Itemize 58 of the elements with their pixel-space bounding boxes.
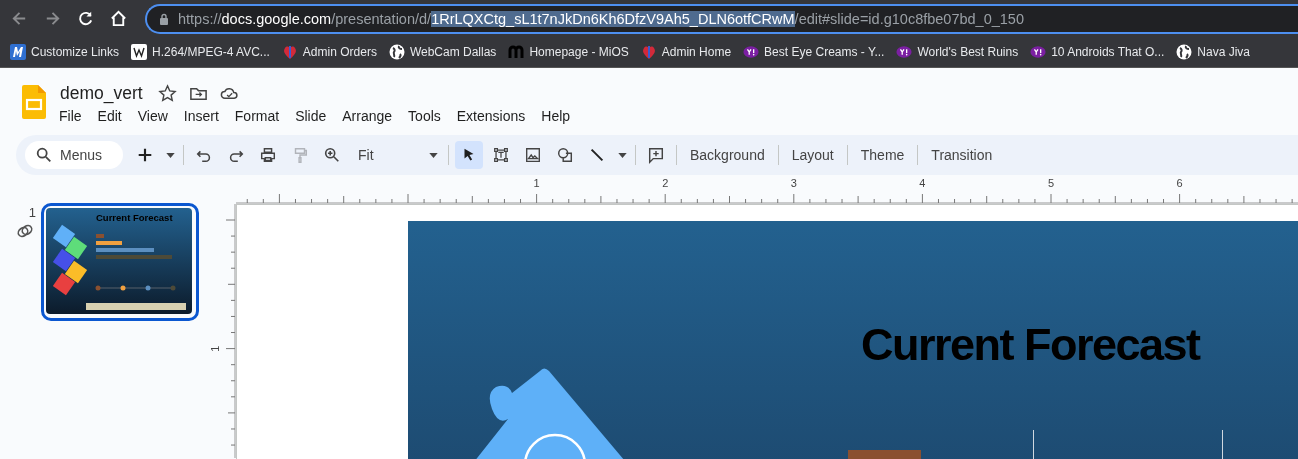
- logo-icon: [743, 44, 760, 60]
- bookmark[interactable]: Admin Home: [640, 44, 732, 60]
- globe-icon: [1176, 44, 1193, 60]
- horizontal-ruler: 1 2 3 4 5 6: [236, 175, 1298, 204]
- bookmark[interactable]: Admin Orders: [281, 44, 377, 60]
- shapes-icon: [556, 146, 574, 164]
- zoom-in-icon: [323, 146, 341, 164]
- menu-item[interactable]: View: [137, 108, 168, 124]
- text-box-icon: [492, 146, 510, 164]
- bookmark[interactable]: WebCam Dallas: [388, 44, 497, 60]
- toolbar-button[interactable]: Background: [683, 141, 772, 169]
- menu-item[interactable]: Slide: [295, 108, 327, 124]
- zoom-dropdown[interactable]: Fit: [350, 141, 442, 169]
- menu-search-field[interactable]: Menus: [25, 141, 123, 169]
- heart-icon: [281, 44, 298, 60]
- menu-item[interactable]: Arrange: [342, 108, 393, 124]
- slide-title: Current Forecast: [861, 319, 1200, 371]
- bookmark[interactable]: Nava Jiva: [1176, 44, 1251, 60]
- document-title[interactable]: demo_vert: [60, 83, 143, 104]
- toolbar-button[interactable]: Theme: [853, 141, 912, 169]
- logo-icon: [508, 44, 525, 60]
- search-icon: [35, 146, 53, 164]
- menu-item[interactable]: Tools: [408, 108, 441, 124]
- bookmark[interactable]: Best Eye Creams - Y...: [743, 44, 885, 60]
- logo-icon: [1030, 44, 1047, 60]
- reload-icon[interactable]: [76, 9, 95, 28]
- toolbar-button[interactable]: Transition: [924, 141, 1000, 169]
- menu-item[interactable]: Format: [234, 108, 280, 124]
- image-icon: [524, 146, 542, 164]
- plus-icon: [136, 146, 154, 164]
- toolbar-button[interactable]: Layout: [784, 141, 841, 169]
- menu-item[interactable]: File: [59, 108, 82, 124]
- bookmark[interactable]: Homepage - MiOS: [508, 44, 629, 60]
- slide-number: 1: [28, 205, 36, 220]
- lock-icon: [159, 12, 169, 25]
- logo-icon: [131, 44, 148, 60]
- bookmark[interactable]: H.264/MPEG-4 AVC...: [131, 44, 270, 60]
- vertical-ruler: 1: [210, 204, 236, 458]
- menu-item[interactable]: Extensions: [456, 108, 526, 124]
- comment-add-icon: [647, 146, 665, 164]
- star-icon[interactable]: [157, 84, 177, 103]
- menu-item[interactable]: Insert: [183, 108, 219, 124]
- select-button[interactable]: [455, 141, 483, 169]
- caret-icon: [617, 152, 627, 158]
- logo-icon: [896, 44, 913, 60]
- caret-icon: [165, 152, 175, 158]
- bookmark[interactable]: 10 Androids That O...: [1030, 44, 1165, 60]
- bookmark[interactable]: Customize Links: [10, 44, 120, 60]
- heart-icon: [640, 44, 657, 60]
- home-icon[interactable]: [109, 9, 128, 28]
- bookmark[interactable]: World's Best Ruins: [896, 44, 1019, 60]
- menu-item[interactable]: Help: [541, 108, 571, 124]
- printer-icon: [259, 146, 277, 164]
- menu-item[interactable]: Edit: [97, 108, 122, 124]
- logo-icon: [10, 44, 26, 60]
- line-icon: [588, 146, 606, 164]
- globe-icon: [388, 44, 405, 60]
- caret-icon: [429, 152, 438, 158]
